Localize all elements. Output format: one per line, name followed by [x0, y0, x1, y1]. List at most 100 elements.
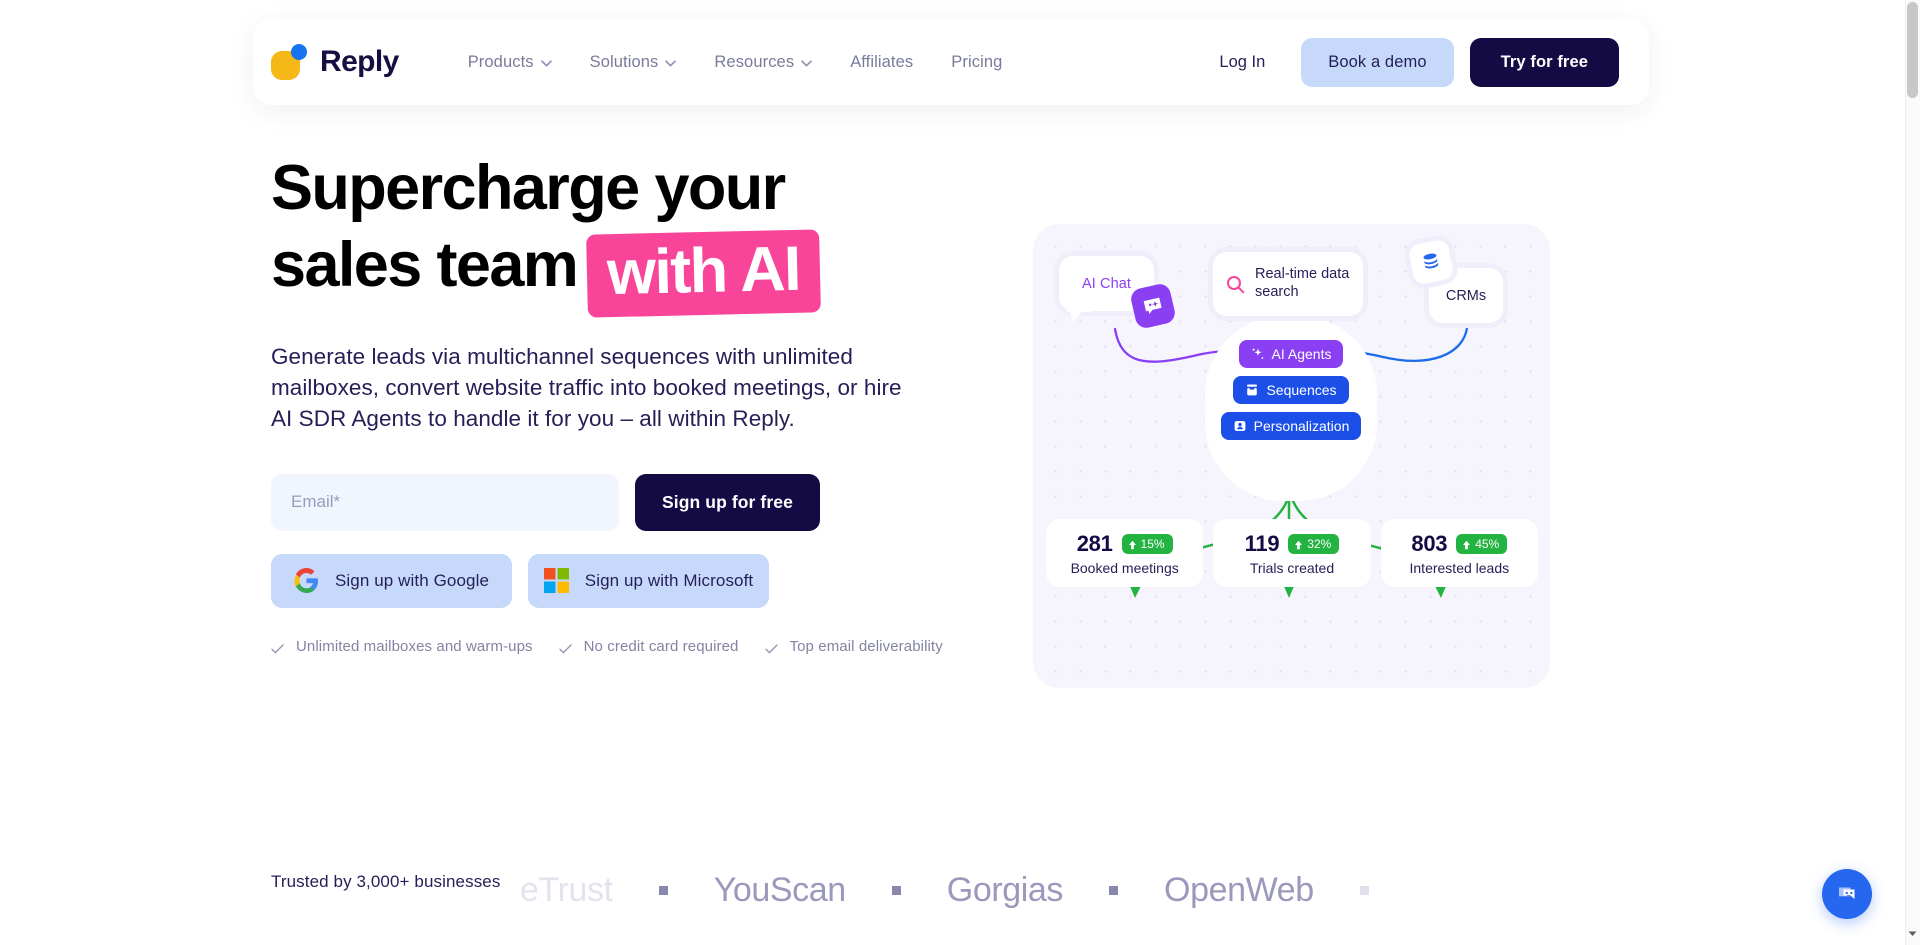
- signup-form: Sign up for free: [271, 473, 971, 531]
- logo-separator-icon: [1109, 885, 1119, 895]
- client-logo: Gorgias: [946, 870, 1064, 909]
- logo-separator-icon: [891, 885, 901, 895]
- chat-widget-button[interactable]: [1822, 869, 1872, 919]
- site-header: Reply Products Solutions Resources Affil…: [253, 19, 1649, 105]
- inbox-icon: [1245, 383, 1259, 397]
- feature-check-item: No credit card required: [558, 637, 739, 655]
- stats-row: 281 15% Booked meetings 119 32% Trials c…: [1046, 519, 1538, 587]
- reply-logo-icon: [271, 44, 307, 80]
- magnifier-icon: [1226, 275, 1245, 294]
- arrow-up-icon: [1128, 539, 1137, 549]
- trust-bar: Trusted by 3,000+ businesses eTrust YouS…: [0, 860, 1920, 920]
- nav-label: Products: [467, 52, 534, 71]
- sparkle-icon: [1251, 347, 1265, 361]
- headline-line-2: sales team: [271, 229, 579, 300]
- microsoft-icon: [543, 568, 569, 594]
- check-icon: [764, 641, 778, 654]
- client-logo: YouScan: [713, 870, 846, 909]
- pill-personalization[interactable]: Personalization: [1220, 412, 1362, 440]
- stat-label: Interested leads: [1409, 559, 1510, 576]
- feature-checks: Unlimited mailboxes and warm-ups No cred…: [271, 638, 971, 655]
- scroll-down-arrow-icon: [1908, 931, 1917, 936]
- feature-check-item: Unlimited mailboxes and warm-ups: [271, 638, 533, 655]
- nav-item-solutions[interactable]: Solutions: [571, 43, 696, 82]
- arrow-up-icon: [1462, 539, 1471, 549]
- capability-pills: AI Agents Sequences Personalization: [1205, 340, 1377, 440]
- page-root: Reply Products Solutions Resources Affil…: [0, 0, 1920, 945]
- stat-label: Booked meetings: [1070, 559, 1179, 576]
- hero-content: Supercharge your sales team with AI Gene…: [271, 152, 971, 655]
- trusted-by-label: Trusted by 3,000+ businesses: [271, 872, 519, 892]
- header-actions: Log In Book a demo Try for free: [1199, 37, 1619, 87]
- client-logo: OpenWeb: [1164, 870, 1314, 909]
- brand-name: Reply: [320, 45, 399, 78]
- brand-logo[interactable]: Reply: [271, 44, 399, 80]
- pill-ai-agents[interactable]: AI Agents: [1238, 340, 1344, 368]
- logo-separator-icon: [658, 885, 668, 895]
- client-logo-marquee: eTrust YouScan Gorgias OpenWeb: [520, 860, 1920, 920]
- stat-delta: 45%: [1475, 536, 1500, 551]
- stat-label: Trials created: [1249, 559, 1335, 576]
- status-badge: 32%: [1288, 533, 1340, 554]
- logo-separator-icon: [1359, 885, 1369, 895]
- hero-subhead: Generate leads via multichannel sequence…: [271, 343, 902, 431]
- feature-check-item: Top email deliverability: [764, 637, 943, 655]
- feature-check-label: No credit card required: [583, 637, 739, 655]
- pill-label: Sequences: [1266, 382, 1337, 398]
- scrollbar-thumb[interactable]: [1907, 2, 1918, 98]
- node-label: Real-time data search: [1255, 266, 1350, 300]
- social-signup-row: Sign up with Google Sign up with Microso…: [271, 553, 971, 608]
- nav-label: Resources: [714, 52, 795, 71]
- nav-item-affiliates[interactable]: Affiliates: [831, 43, 932, 82]
- nav-item-resources[interactable]: Resources: [695, 43, 831, 82]
- headline-line-1: Supercharge your: [271, 153, 786, 223]
- stat-value: 803: [1411, 530, 1448, 556]
- stat-value: 281: [1076, 530, 1113, 556]
- nav-item-products[interactable]: Products: [449, 43, 571, 82]
- status-badge: 45%: [1456, 533, 1508, 554]
- social-button-label: Sign up with Microsoft: [584, 570, 754, 590]
- bubble-tail-cover: [1067, 304, 1091, 312]
- node-label: AI Chat: [1081, 275, 1132, 292]
- chevron-down-icon: [665, 59, 677, 67]
- stat-delta: 32%: [1307, 536, 1332, 551]
- stat-delta: 15%: [1140, 536, 1165, 551]
- hero-illustration: AI Chat Real-time data search CRMs AI Ag…: [1033, 224, 1550, 688]
- page-title: Supercharge your sales team with AI: [271, 152, 971, 318]
- chevron-down-icon: [801, 59, 813, 67]
- feature-check-label: Top email deliverability: [789, 637, 943, 655]
- try-for-free-button[interactable]: Try for free: [1469, 37, 1619, 87]
- nav-item-pricing[interactable]: Pricing: [932, 43, 1021, 82]
- sign-up-google-button[interactable]: Sign up with Google: [271, 553, 512, 608]
- arrow-up-icon: [1294, 539, 1303, 549]
- sign-up-free-button[interactable]: Sign up for free: [635, 473, 820, 531]
- client-logo: eTrust: [520, 870, 613, 909]
- nav-label: Affiliates: [850, 52, 914, 71]
- stat-card: 281 15% Booked meetings: [1046, 519, 1204, 587]
- pill-label: AI Agents: [1271, 346, 1332, 362]
- feature-check-label: Unlimited mailboxes and warm-ups: [296, 637, 533, 655]
- chevron-down-icon: [540, 59, 552, 67]
- email-field[interactable]: [271, 473, 619, 531]
- nav-label: Solutions: [589, 52, 659, 71]
- check-icon: [271, 641, 284, 654]
- node-label: CRMs: [1445, 287, 1487, 304]
- nav-label: Pricing: [951, 52, 1003, 71]
- google-icon: [294, 568, 319, 594]
- page-scrollbar[interactable]: [1905, 0, 1920, 945]
- check-icon: [558, 641, 572, 654]
- social-button-label: Sign up with Google: [334, 570, 490, 590]
- headline-highlight: with AI: [586, 229, 822, 318]
- node-realtime-search[interactable]: Real-time data search: [1213, 252, 1363, 316]
- pill-label: Personalization: [1253, 418, 1350, 434]
- pill-sequences[interactable]: Sequences: [1233, 376, 1349, 404]
- contact-card-icon: [1233, 419, 1247, 433]
- database-icon: [1407, 238, 1455, 286]
- sign-up-microsoft-button[interactable]: Sign up with Microsoft: [528, 553, 769, 608]
- status-badge: 15%: [1121, 533, 1173, 554]
- stat-card: 119 32% Trials created: [1213, 519, 1371, 587]
- stat-value: 119: [1244, 530, 1280, 556]
- login-link[interactable]: Log In: [1199, 45, 1285, 80]
- book-demo-button[interactable]: Book a demo: [1301, 37, 1454, 87]
- stat-card: 803 45% Interested leads: [1380, 519, 1538, 587]
